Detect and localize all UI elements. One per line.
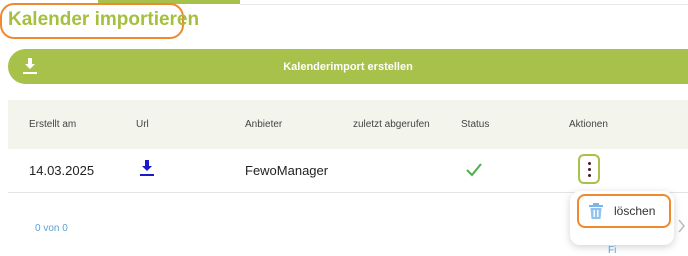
provider-name: FewoManager: [245, 163, 329, 178]
kebab-menu-icon: [587, 161, 591, 177]
page-title: Kalender importieren: [8, 9, 200, 30]
row-actions-button[interactable]: [578, 154, 600, 184]
header-divider: [240, 4, 688, 5]
column-header-url: Url: [136, 119, 149, 130]
download-icon[interactable]: [139, 159, 155, 177]
column-header-actions: Aktionen: [569, 119, 608, 130]
trash-icon: [589, 203, 603, 219]
download-icon: [23, 58, 37, 74]
column-header-provider: Anbieter: [245, 119, 283, 130]
checkmark-icon: [466, 163, 482, 177]
table-row: 14.03.2025 FewoManager: [8, 149, 688, 193]
table-header: Erstellt am Url Anbieter zuletzt abgeruf…: [8, 100, 688, 149]
chevron-right-icon[interactable]: [677, 219, 686, 233]
pagination-status: 0 von 0: [35, 223, 68, 234]
bottom-link[interactable]: Fi: [608, 245, 616, 256]
created-date: 14.03.2025: [29, 163, 95, 178]
column-header-last-fetched: zuletzt abgerufen: [353, 119, 430, 130]
delete-menu-item[interactable]: löschen: [577, 194, 671, 228]
create-calendar-import-button[interactable]: Kalenderimport erstellen: [8, 49, 688, 84]
column-header-status: Status: [461, 119, 490, 130]
delete-label: löschen: [614, 204, 656, 218]
create-calendar-import-label: Kalenderimport erstellen: [283, 60, 413, 73]
column-header-created: Erstellt am: [29, 119, 77, 130]
